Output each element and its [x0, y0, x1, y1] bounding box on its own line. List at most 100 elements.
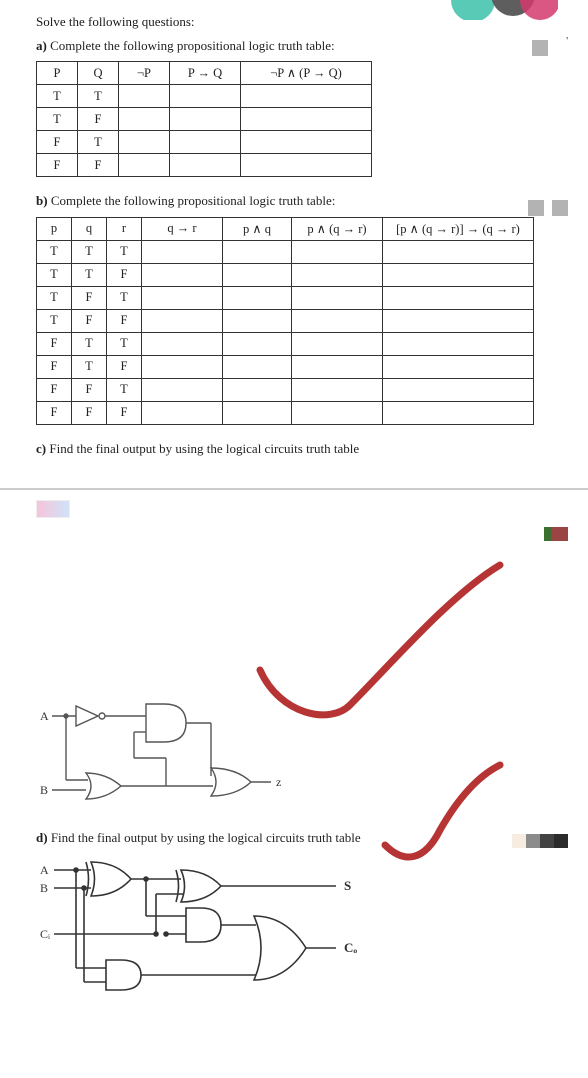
- td: [241, 131, 372, 154]
- td: F: [37, 131, 78, 154]
- td: [142, 401, 223, 424]
- td: F: [37, 332, 72, 355]
- td: F: [37, 378, 72, 401]
- question-heading: Solve the following questions:: [36, 12, 552, 32]
- th: ¬P: [119, 62, 170, 85]
- input-ci-label: Cᵢ: [40, 927, 50, 941]
- part-d-label: d): [36, 830, 48, 845]
- table-row: TT: [37, 85, 372, 108]
- right-color-swatches: [512, 834, 568, 848]
- td: F: [78, 108, 119, 131]
- td: T: [72, 263, 107, 286]
- part-c-text: Find the final output by using the logic…: [49, 441, 359, 456]
- td: [142, 309, 223, 332]
- td: T: [37, 85, 78, 108]
- td: F: [107, 355, 142, 378]
- part-a-label: a): [36, 38, 47, 53]
- td: T: [78, 85, 119, 108]
- part-b-line: b) Complete the following propositional …: [36, 191, 552, 211]
- td: T: [72, 240, 107, 263]
- td: [241, 108, 372, 131]
- td: [383, 332, 534, 355]
- td: T: [107, 378, 142, 401]
- part-c-label: c): [36, 441, 46, 456]
- td: [223, 286, 292, 309]
- part-b-label: b): [36, 193, 48, 208]
- table-row: FFT: [37, 378, 534, 401]
- th: r: [107, 217, 142, 240]
- td: F: [72, 286, 107, 309]
- td: [223, 309, 292, 332]
- td: F: [37, 355, 72, 378]
- part-d-text: Find the final output by using the logic…: [51, 830, 361, 845]
- part-b-text: Complete the following propositional log…: [51, 193, 336, 208]
- td: [383, 355, 534, 378]
- th: [p ∧ (q → r)] → (q → r): [383, 217, 534, 240]
- th: q → r: [142, 217, 223, 240]
- table-row: TFF: [37, 309, 534, 332]
- table-row: TTT: [37, 240, 534, 263]
- td: [223, 332, 292, 355]
- th: P → Q: [170, 62, 241, 85]
- td: F: [107, 401, 142, 424]
- td: [383, 286, 534, 309]
- td: [119, 108, 170, 131]
- th: p ∧ (q → r): [292, 217, 383, 240]
- td: [223, 240, 292, 263]
- td: [223, 355, 292, 378]
- table-row: TF: [37, 108, 372, 131]
- table-row: FFF: [37, 401, 534, 424]
- td: [292, 286, 383, 309]
- td: F: [72, 401, 107, 424]
- td: [223, 401, 292, 424]
- th: q: [72, 217, 107, 240]
- output-s-label: S: [344, 878, 351, 893]
- part-a-text: Complete the following propositional log…: [50, 38, 335, 53]
- pink-swatch: [36, 500, 70, 518]
- red-check-icon: [370, 760, 530, 880]
- td: [170, 85, 241, 108]
- table-row: FTT: [37, 332, 534, 355]
- td: [119, 85, 170, 108]
- input-b-label: B: [40, 783, 48, 797]
- td: [170, 131, 241, 154]
- page-separator: [0, 488, 588, 490]
- th: Q: [78, 62, 119, 85]
- td: [383, 378, 534, 401]
- td: [292, 263, 383, 286]
- td: [119, 131, 170, 154]
- td: [223, 378, 292, 401]
- td: T: [37, 108, 78, 131]
- gray-swatch-top: [532, 40, 548, 56]
- table-row: FF: [37, 154, 372, 177]
- td: F: [107, 263, 142, 286]
- td: F: [107, 309, 142, 332]
- td: [142, 286, 223, 309]
- td: T: [107, 332, 142, 355]
- input-b-label: B: [40, 881, 48, 895]
- top-right-mark: ': [566, 36, 568, 47]
- td: [383, 401, 534, 424]
- td: T: [107, 286, 142, 309]
- th: ¬P ∧ (P → Q): [241, 62, 372, 85]
- input-a-label: A: [40, 709, 49, 723]
- gray-swatches-b: [520, 200, 568, 221]
- output-z-label: z: [276, 775, 281, 789]
- td: [142, 378, 223, 401]
- td: [119, 154, 170, 177]
- td: [383, 309, 534, 332]
- td: T: [72, 332, 107, 355]
- th: p: [37, 217, 72, 240]
- part-a-line: a) Complete the following propositional …: [36, 36, 552, 56]
- td: T: [37, 286, 72, 309]
- input-a-label: A: [40, 863, 49, 877]
- th: p ∧ q: [223, 217, 292, 240]
- td: T: [78, 131, 119, 154]
- td: [241, 154, 372, 177]
- td: [292, 378, 383, 401]
- th: P: [37, 62, 78, 85]
- table-row: FT: [37, 131, 372, 154]
- td: T: [37, 240, 72, 263]
- td: [241, 85, 372, 108]
- td: [142, 263, 223, 286]
